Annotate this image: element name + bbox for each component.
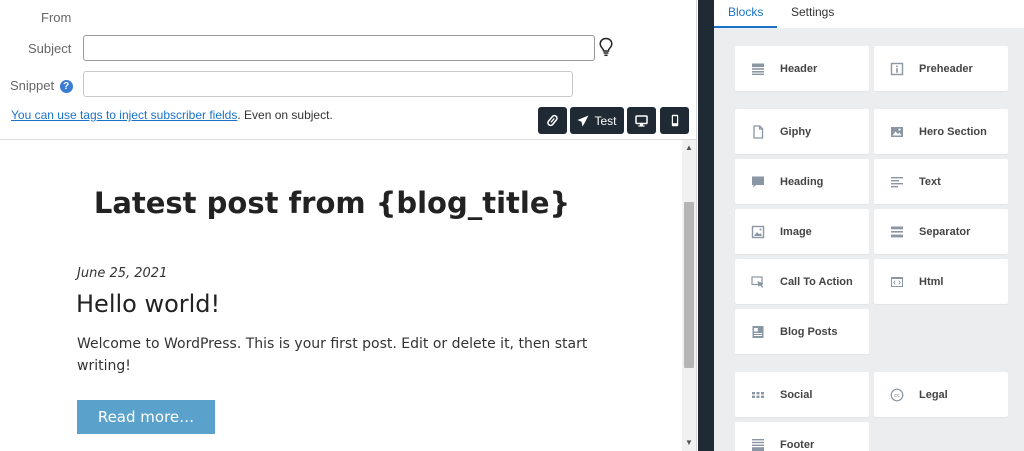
mobile-icon (671, 114, 678, 127)
block-footer[interactable]: Footer (735, 422, 869, 451)
panel-gutter (698, 0, 714, 451)
attachment-button[interactable] (538, 107, 567, 134)
block-preheader[interactable]: Preheader (874, 46, 1008, 91)
block-label: Footer (780, 438, 815, 451)
preheader-icon (889, 61, 905, 77)
legal-icon: cc (889, 387, 905, 403)
block-label: Header (780, 62, 818, 75)
scroll-up-arrow-icon[interactable]: ▲ (682, 143, 696, 153)
sidebar-tabs: Blocks Settings (714, 0, 1024, 28)
composer-panel: From Subject Snippet ? You can use tags … (0, 0, 697, 451)
snippet-label-text: Snippet (10, 78, 55, 93)
heading-icon (750, 174, 766, 190)
desktop-icon (635, 114, 648, 127)
send-test-button[interactable]: Test (570, 107, 624, 134)
lightbulb-icon[interactable] (598, 37, 614, 57)
block-call-to-action[interactable]: Call To Action (735, 259, 869, 304)
help-icon[interactable]: ? (59, 80, 73, 93)
tab-settings[interactable]: Settings (777, 0, 848, 28)
preview-scrollbar[interactable]: ▲ ▼ (682, 140, 696, 451)
post-title: Hello world! (76, 290, 221, 318)
read-more-button[interactable]: Read more… (77, 400, 215, 434)
image-icon (750, 224, 766, 240)
text-icon (889, 174, 905, 190)
block-text[interactable]: Text (874, 159, 1008, 204)
from-label: From (41, 10, 72, 25)
post-date: June 25, 2021 (77, 266, 168, 281)
send-test-label: Test (594, 113, 617, 128)
block-blog-posts[interactable]: Blog Posts (735, 309, 869, 354)
mobile-preview-button[interactable] (660, 107, 689, 134)
block-label: Hero Section (919, 125, 987, 138)
snippet-label: Snippet ? (10, 78, 73, 93)
subject-input[interactable] (83, 35, 595, 61)
header-icon (750, 61, 766, 77)
block-header[interactable]: Header (735, 46, 869, 91)
snippet-input[interactable] (83, 71, 573, 97)
block-image[interactable]: Image (735, 209, 869, 254)
footer-icon (750, 437, 766, 451)
email-heading: Latest post from {blog_title} (93, 186, 571, 220)
tags-hint-suffix: . Even on subject. (237, 108, 333, 122)
block-giphy[interactable]: Giphy (735, 109, 869, 154)
block-label: Image (780, 225, 812, 238)
scroll-down-arrow-icon[interactable]: ▼ (682, 438, 696, 448)
paper-plane-icon (577, 115, 589, 126)
desktop-preview-button[interactable] (627, 107, 656, 134)
subject-label: Subject (28, 41, 72, 56)
block-hero-section[interactable]: Hero Section (874, 109, 1008, 154)
post-excerpt: Welcome to WordPress. This is your first… (77, 336, 588, 374)
block-label: Legal (919, 388, 948, 401)
block-label: Html (919, 275, 944, 288)
call-to-action-icon (750, 274, 766, 290)
blocks-sidebar: Blocks Settings Header Preheader Giphy H… (714, 0, 1024, 451)
tags-hint: You can use tags to inject subscriber fi… (11, 108, 333, 122)
block-legal[interactable]: cc Legal (874, 372, 1008, 417)
block-social[interactable]: Social (735, 372, 869, 417)
paperclip-icon (547, 114, 558, 127)
block-label: Preheader (919, 62, 973, 75)
block-label: Separator (919, 225, 971, 238)
tab-blocks[interactable]: Blocks (714, 0, 778, 28)
block-label: Social (780, 388, 813, 401)
tags-help-link[interactable]: You can use tags to inject subscriber fi… (11, 108, 237, 122)
social-icon (750, 387, 766, 403)
block-label: Heading (780, 175, 824, 188)
blog-posts-icon (750, 324, 766, 340)
scroll-thumb[interactable] (684, 202, 694, 368)
html-icon (889, 274, 905, 290)
block-label: Blog Posts (780, 325, 838, 338)
block-label: Text (919, 175, 941, 188)
giphy-icon (750, 124, 766, 140)
block-heading[interactable]: Heading (735, 159, 869, 204)
hero-section-icon (889, 124, 905, 140)
block-label: Call To Action (780, 275, 853, 288)
block-label: Giphy (780, 125, 812, 138)
separator-icon (889, 224, 905, 240)
svg-text:cc: cc (894, 393, 900, 399)
block-separator[interactable]: Separator (874, 209, 1008, 254)
block-html[interactable]: Html (874, 259, 1008, 304)
email-preview[interactable]: Latest post from {blog_title} June 25, 2… (0, 140, 682, 451)
